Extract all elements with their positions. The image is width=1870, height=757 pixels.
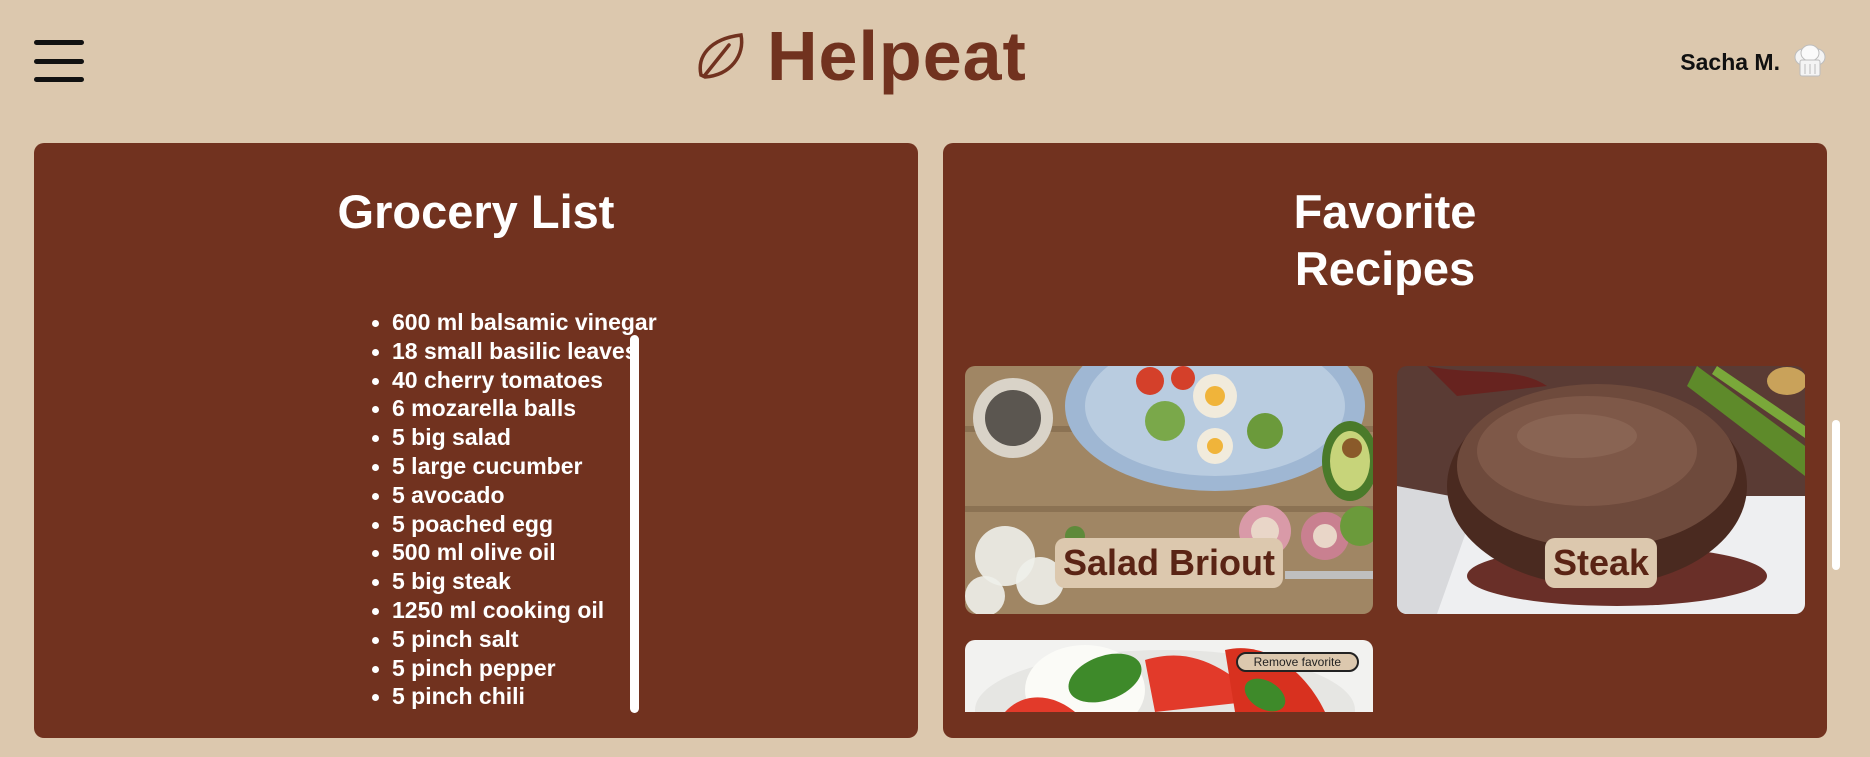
grocery-list-panel: Grocery List 600 ml balsamic vinegar 18 … xyxy=(34,143,918,738)
app-name: Helpeat xyxy=(767,17,1027,95)
grocery-item: 600 ml balsamic vinegar xyxy=(364,308,676,337)
caprese-image xyxy=(965,640,1373,712)
grocery-list-scrollbar[interactable] xyxy=(630,335,639,713)
favorite-recipes-title: Favorite Recipes xyxy=(943,183,1827,297)
recipe-card-caprese[interactable]: Remove favorite xyxy=(965,640,1373,712)
recipe-label[interactable]: Salad Briout xyxy=(1054,538,1284,588)
top-bar: Helpeat Sacha M. xyxy=(0,0,1870,120)
grocery-list-title: Grocery List xyxy=(337,185,615,238)
remove-favorite-button[interactable]: Remove favorite xyxy=(1235,652,1359,672)
app-logo[interactable]: Helpeat xyxy=(695,16,1027,96)
user-name: Sacha M. xyxy=(1680,48,1780,75)
recipe-card-steak[interactable]: Steak xyxy=(1397,366,1805,614)
favorite-recipes-panel: Favorite Recipes Salad Briout Steak Remo… xyxy=(943,143,1827,738)
favorite-title-line1: Favorite xyxy=(1293,185,1477,238)
recipe-label[interactable]: Steak xyxy=(1544,538,1658,588)
hamburger-menu-icon[interactable] xyxy=(34,40,84,82)
user-profile[interactable]: Sacha M. xyxy=(1680,44,1828,80)
recipe-card-salad[interactable]: Salad Briout xyxy=(965,366,1373,614)
chef-hat-icon xyxy=(1794,44,1826,77)
leaf-logo-icon xyxy=(698,33,744,79)
page-scrollbar[interactable] xyxy=(1832,420,1840,570)
favorite-title-line2: Recipes xyxy=(1294,242,1476,295)
